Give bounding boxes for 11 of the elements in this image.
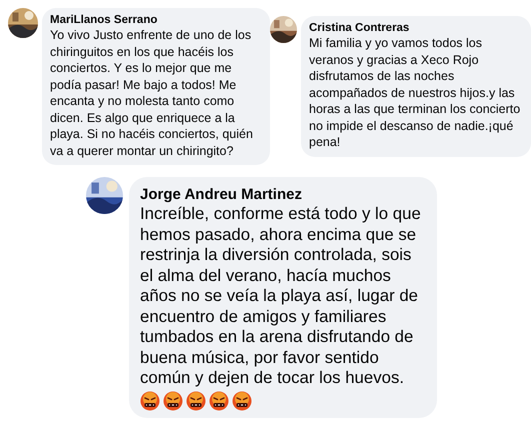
author-name: MariLlanos Serrano	[50, 13, 158, 27]
swearing-face-icon	[163, 390, 183, 410]
author-name: Cristina Contreras	[309, 21, 410, 35]
swearing-face-icon	[140, 390, 160, 410]
comment-text: Increíble, conforme está todo y lo que hemos pasado, ahora encima que se restrinja la diversión controlada, sois el alma del verano, hacía muchos años no se veía la playa así, lugar de encuentro de amigos y familiares tumbados en la arena disfrutando de buena música, por favor sentido común y dejen de tocar los huevos.	[140, 204, 422, 388]
comment-text: Yo vivo Justo enfrente de uno de los chiringuitos en los que hacéis los conciertos. Y es lo mejor que me podía pasar! Me bajo a todos! Me encanta y no molesta tanto como dicen. Es algo que enriquece a la playa. Si no hacéis conciertos, quién va a querer montar un chiringito?	[50, 27, 254, 159]
swearing-face-icon	[209, 390, 229, 410]
swearing-face-icon	[232, 390, 252, 410]
comment-text: Mi familia y yo vamos todos los veranos y gracias a Xeco Rojo disfrutamos de las noches acompañados de nuestros hijos.y las horas a las que terminan los concierto no impide el descanso de nadie.¡qué pena!	[309, 35, 522, 150]
author-name: Jorge Andreu Martinez	[140, 185, 303, 204]
swearing-face-icon	[186, 390, 206, 410]
